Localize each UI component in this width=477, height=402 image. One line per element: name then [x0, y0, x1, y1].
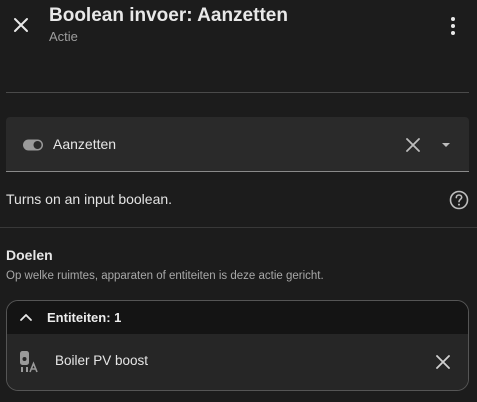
section-divider — [0, 227, 477, 228]
remove-entity-button[interactable] — [432, 351, 454, 373]
dialog-subtitle: Actie — [49, 29, 78, 44]
close-icon — [436, 355, 450, 369]
close-button[interactable] — [8, 12, 34, 38]
action-dropdown-button[interactable] — [436, 136, 456, 154]
action-description: Turns on an input boolean. — [6, 191, 173, 207]
targets-heading: Doelen — [6, 247, 53, 263]
action-select[interactable]: Aanzetten — [6, 117, 469, 172]
close-icon — [406, 138, 420, 152]
help-button[interactable] — [448, 189, 470, 211]
header-divider — [6, 92, 469, 93]
entities-group: Entiteiten: 1 Boiler PV boost — [6, 300, 469, 391]
close-icon — [14, 18, 28, 32]
water-boiler-auto-icon — [20, 351, 38, 373]
overflow-menu-button[interactable] — [443, 14, 463, 38]
chevron-up-icon — [20, 314, 32, 321]
dots-vertical-icon — [451, 17, 455, 35]
clear-action-button[interactable] — [402, 134, 424, 156]
action-select-value: Aanzetten — [53, 136, 117, 152]
list-item[interactable]: Boiler PV boost — [7, 334, 468, 390]
help-circle-icon — [449, 190, 469, 210]
entity-name: Boiler PV boost — [55, 353, 149, 368]
toggle-switch-icon — [23, 139, 43, 151]
entities-group-header[interactable]: Entiteiten: 1 — [7, 301, 468, 334]
targets-help-text: Op welke ruimtes, apparaten of entiteite… — [6, 270, 324, 282]
dialog-title: Boolean invoer: Aanzetten — [49, 5, 288, 26]
menu-down-icon — [442, 143, 450, 147]
entities-group-title: Entiteiten: 1 — [47, 310, 122, 325]
